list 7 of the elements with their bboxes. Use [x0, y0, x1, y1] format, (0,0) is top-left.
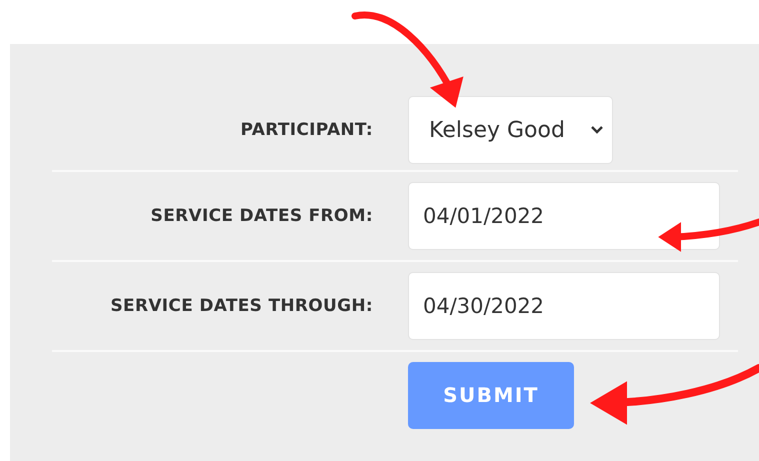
field-label: SERVICE DATES THROUGH:: [109, 296, 373, 316]
field-label: PARTICIPANT:: [240, 120, 373, 140]
field-label: SERVICE DATES FROM:: [150, 206, 373, 226]
participant-select[interactable]: Kelsey Good: [408, 96, 613, 164]
date-input[interactable]: 04/01/2022: [408, 182, 720, 250]
chevron-down-icon: [590, 125, 604, 135]
date-input[interactable]: 04/30/2022: [408, 272, 720, 340]
